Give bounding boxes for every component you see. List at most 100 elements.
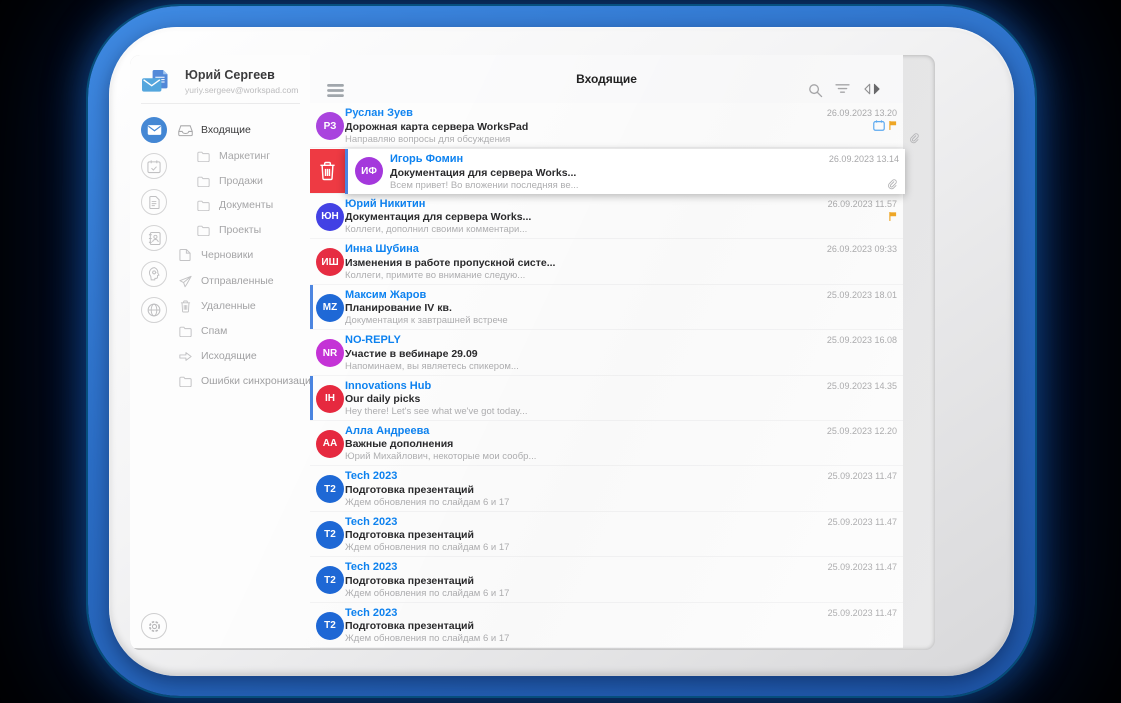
sidebar: Юрий Сергеев yuriy.sergeev@workspad.com … bbox=[130, 55, 317, 648]
email-subject: Важные дополнения bbox=[345, 438, 454, 451]
email-date: 25.09.2023 11.47 bbox=[827, 562, 897, 573]
email-sender: Innovations Hub bbox=[345, 379, 432, 392]
email-row[interactable]: AA Алла Андреева Важные дополнения Юрий Мих… bbox=[310, 420, 903, 467]
avatar: NR bbox=[316, 339, 344, 368]
sidebar-item-документы[interactable]: Документы bbox=[194, 194, 273, 216]
sidebar-item-маркетинг[interactable]: Маркетинг bbox=[194, 145, 270, 167]
filter-icon[interactable] bbox=[835, 83, 850, 94]
unread-indicator bbox=[310, 284, 313, 330]
swiped-email-card[interactable]: ИФ Игорь Фомин Документация для сервера Wo… bbox=[345, 149, 905, 195]
email-date: 25.09.2023 16.08 bbox=[826, 335, 897, 346]
email-row[interactable]: T2 Tech 2023 Подготовка презентаций Ждем об… bbox=[310, 466, 903, 512]
sidebar-item-label: Ошибки синхронизации bbox=[201, 375, 317, 387]
email-sender: Юрий Никитин bbox=[345, 197, 426, 210]
rail-documents-icon[interactable] bbox=[141, 189, 167, 215]
email-subject: Участие в вебинаре 29.09 bbox=[345, 347, 478, 360]
sidebar-item-черновики[interactable]: Черновики bbox=[176, 244, 253, 266]
email-row[interactable]: T2 Tech 2023 Подготовка презентаций Ждем об… bbox=[310, 602, 903, 649]
background: Юрий Сергеев yuriy.sergeev@workspad.com … bbox=[0, 0, 1121, 703]
email-date: 26.09.2023 09:33 bbox=[826, 244, 897, 255]
rail-globe-icon[interactable] bbox=[141, 297, 167, 323]
email-sender: Tech 2023 bbox=[345, 561, 398, 574]
avatar: AA bbox=[316, 429, 344, 458]
email-row[interactable]: РЗ Руслан Зуев Дорожная карта сервера Work… bbox=[310, 103, 919, 149]
email-row[interactable]: ЮН Юрий Никитин Документация для сервера W… bbox=[310, 193, 903, 240]
email-preview: Ждем обновления по слайдам 6 и 17 bbox=[345, 587, 510, 599]
avatar: T2 bbox=[316, 566, 344, 595]
sidebar-item-удаленные[interactable]: Удаленные bbox=[176, 295, 256, 317]
assistant-head-icon bbox=[147, 266, 161, 282]
gear-icon bbox=[147, 619, 162, 634]
email-row[interactable]: T2 Tech 2023 Подготовка презентаций Ждем об… bbox=[310, 511, 903, 558]
email-preview: Hey there! Let's see what we've got toda… bbox=[345, 406, 528, 418]
draft-icon bbox=[176, 248, 194, 262]
search-icon[interactable] bbox=[808, 83, 823, 98]
sidebar-item-входящие[interactable]: Входящие bbox=[176, 119, 251, 141]
settings-button[interactable] bbox=[141, 613, 167, 639]
avatar: ИФ bbox=[355, 157, 383, 186]
sidebar-item-исходящие[interactable]: Исходящие bbox=[176, 345, 257, 367]
email-subject: Дорожная карта сервера WorksPad bbox=[345, 120, 529, 133]
email-preview: Документация к завтрашней встрече bbox=[345, 315, 508, 327]
rail-calendar-check-icon[interactable] bbox=[141, 153, 167, 179]
email-subject: Документация для сервера Works... bbox=[345, 211, 532, 224]
documents-icon bbox=[148, 195, 160, 210]
email-preview: Ждем обновления по слайдам 6 и 17 bbox=[345, 542, 510, 554]
email-subject: Подготовка презентаций bbox=[345, 620, 474, 633]
list-header: Входящие bbox=[310, 55, 903, 104]
email-preview: Направляю вопросы для обсуждения bbox=[345, 133, 511, 145]
folder-icon bbox=[176, 376, 194, 387]
sidebar-item-label: Исходящие bbox=[201, 350, 257, 362]
email-sender: Tech 2023 bbox=[345, 470, 398, 483]
mail-document-logo-icon bbox=[141, 69, 172, 95]
sidebar-item-ошибки-синхронизации[interactable]: Ошибки синхронизации bbox=[176, 370, 317, 392]
email-preview: Коллеги, дополнил своими комментари... bbox=[345, 224, 528, 236]
email-row[interactable]: T2 Tech 2023 Подготовка презентаций Ждем об… bbox=[310, 557, 903, 603]
sidebar-item-label: Отправленные bbox=[201, 275, 274, 287]
email-status-icons bbox=[873, 120, 897, 131]
email-sender: Алла Андреева bbox=[345, 424, 430, 437]
paperclip-icon bbox=[887, 179, 897, 190]
email-subject: Документация для сервера Works... bbox=[390, 166, 577, 179]
email-date: 25.09.2023 12.20 bbox=[826, 425, 897, 436]
sidebar-item-продажи[interactable]: Продажи bbox=[194, 170, 263, 192]
account-block[interactable]: Юрий Сергеев yuriy.sergeev@workspad.com bbox=[141, 67, 302, 101]
email-preview: Всем привет! Во вложении последняя ве... bbox=[390, 179, 579, 191]
sidebar-item-проекты[interactable]: Проекты bbox=[194, 219, 261, 241]
email-row[interactable]: NR NO-REPLY Участие в вебинаре 29.09 Напоми… bbox=[310, 330, 903, 376]
inbox-icon bbox=[176, 124, 194, 137]
email-preview: Коллеги, примите во внимание следую... bbox=[345, 269, 526, 281]
email-row[interactable]: IH Innovations Hub Our daily picks Hey ther… bbox=[310, 375, 903, 421]
email-sender: Инна Шубина bbox=[345, 243, 419, 256]
rail-contacts-icon[interactable] bbox=[141, 225, 167, 251]
flag-icon bbox=[889, 120, 897, 131]
sidebar-item-label: Продажи bbox=[219, 175, 263, 187]
delete-swipe-action[interactable] bbox=[310, 149, 345, 193]
globe-icon bbox=[147, 303, 161, 317]
email-date: 25.09.2023 14.35 bbox=[826, 380, 897, 391]
email-date: 26.09.2023 13.14 bbox=[828, 154, 899, 165]
sidebar-item-label: Маркетинг bbox=[219, 150, 271, 162]
avatar: РЗ bbox=[316, 112, 344, 140]
email-date: 25.09.2023 11.47 bbox=[827, 471, 897, 482]
avatar: T2 bbox=[316, 611, 344, 640]
email-subject: Подготовка презентаций bbox=[345, 574, 474, 587]
email-row[interactable]: ИШ Инна Шубина Изменения в работе пропускн… bbox=[310, 239, 903, 285]
flag-icon bbox=[889, 211, 897, 222]
email-list-pane: Входящие РЗ Руслан Зуев Дорожная карта сер… bbox=[310, 55, 919, 649]
email-sender: Tech 2023 bbox=[345, 606, 398, 619]
rail-mail-icon[interactable] bbox=[141, 117, 167, 143]
email-row[interactable]: ИФ Игорь Фомин Документация для сервера Wo… bbox=[310, 148, 905, 195]
rail-assistant-head-icon[interactable] bbox=[141, 261, 167, 287]
split-view-icon[interactable] bbox=[864, 83, 881, 95]
folder-icon bbox=[194, 176, 212, 187]
avatar: ЮН bbox=[316, 202, 344, 231]
meeting-calendar-icon bbox=[873, 120, 885, 131]
email-subject: Планирование IV кв. bbox=[345, 302, 452, 315]
email-row[interactable]: MZ Максим Жаров Планирование IV кв. Докумен… bbox=[310, 284, 903, 331]
paperclip-icon bbox=[909, 133, 919, 144]
sidebar-item-отправленные[interactable]: Отправленные bbox=[176, 270, 274, 292]
sidebar-item-спам[interactable]: Спам bbox=[176, 320, 227, 342]
email-date: 26.09.2023 13.20 bbox=[826, 108, 897, 118]
folder-icon bbox=[194, 151, 212, 162]
